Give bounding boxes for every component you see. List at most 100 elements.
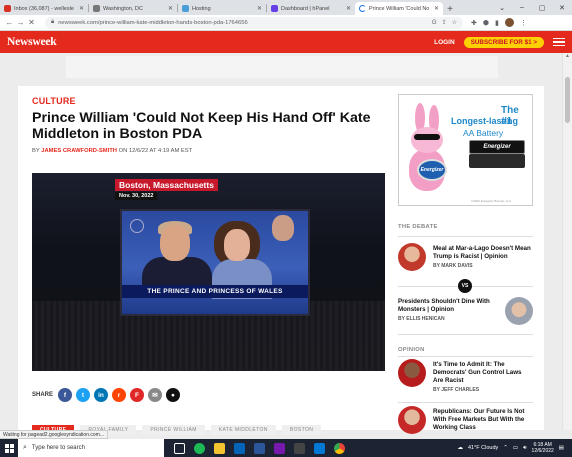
hpanel-icon: [271, 5, 278, 12]
author-link[interactable]: JAMES CRAWFORD-SMITH: [41, 148, 117, 154]
app-icon[interactable]: [294, 442, 305, 454]
search-placeholder: Type here to search: [31, 445, 85, 451]
chevron-down-icon[interactable]: ⌄: [492, 4, 512, 12]
stop-button[interactable]: ✕: [26, 18, 37, 27]
close-icon[interactable]: ✕: [79, 5, 84, 12]
share-icon[interactable]: ⇪: [442, 19, 447, 26]
scrollbar-thumb[interactable]: [565, 77, 570, 123]
outlook-icon[interactable]: [234, 442, 245, 454]
close-window-button[interactable]: ✕: [552, 4, 572, 12]
onenote-icon[interactable]: [274, 442, 285, 454]
energizer-ad[interactable]: Energizer The #1 Longest-lasting AA Batt…: [398, 94, 533, 206]
scroll-up-arrow[interactable]: ▲: [563, 53, 572, 61]
maximize-button[interactable]: ▢: [532, 4, 552, 12]
sidebar-icon[interactable]: ▮: [495, 19, 499, 27]
close-icon[interactable]: ✕: [257, 5, 262, 12]
browser-tab[interactable]: Dashboard | hPanel ✕: [267, 2, 355, 15]
network-icon[interactable]: ▭: [513, 445, 518, 451]
story-title[interactable]: Republicans: Our Future Is Not With Free…: [433, 408, 533, 432]
story-title[interactable]: Meal at Mar-a-Lago Doesn't Mean Trump is…: [433, 245, 533, 261]
login-link[interactable]: LOGIN: [434, 39, 455, 46]
opinion-story[interactable]: Republicans: Our Future Is Not With Free…: [433, 408, 533, 432]
close-icon[interactable]: ✕: [434, 5, 439, 12]
gmail-icon: [4, 5, 11, 12]
flipboard-icon[interactable]: F: [130, 388, 145, 402]
hamburger-menu-icon[interactable]: [553, 37, 565, 47]
weather-icon[interactable]: ☁: [457, 445, 463, 451]
linkedin-icon[interactable]: in: [94, 388, 109, 402]
facebook-icon[interactable]: f: [58, 388, 73, 402]
puzzle-icon[interactable]: ⬢: [483, 19, 489, 27]
divider: [398, 236, 533, 237]
top-ad-slot: [66, 56, 498, 78]
story-author: BY ELLIS HENICAN: [398, 316, 445, 322]
section-label[interactable]: CULTURE: [32, 96, 384, 106]
browser-tab-active[interactable]: Prince William 'Could No ✕: [355, 2, 443, 15]
forward-button[interactable]: →: [15, 18, 26, 27]
profile-avatar[interactable]: [504, 18, 514, 27]
tag-prince-william[interactable]: PRINCE WILLIAM: [142, 425, 205, 435]
word-icon[interactable]: [254, 442, 265, 454]
author-avatar[interactable]: [398, 359, 426, 387]
debate-story[interactable]: Meal at Mar-a-Lago Doesn't Mean Trump is…: [433, 245, 533, 269]
team-logo-icon: [130, 219, 144, 233]
lock-icon[interactable]: 🔒︎: [51, 19, 54, 26]
tray-chevron-icon[interactable]: ⌃: [503, 445, 508, 451]
taskbar-search[interactable]: ⌕ Type here to search: [18, 439, 164, 457]
browser-tab[interactable]: Inbox (36,087) - wellesle ✕: [0, 2, 88, 15]
person-face: [224, 229, 250, 261]
story-author: BY JEFF CHARLES: [433, 387, 480, 393]
story-title[interactable]: Presidents Shouldn't Dine With Monsters …: [398, 298, 502, 314]
browser-tab-strip: Inbox (36,087) - wellesle ✕ Washington, …: [0, 0, 572, 15]
page-scrollbar[interactable]: ▲: [562, 53, 572, 430]
app-icon[interactable]: [314, 442, 325, 454]
volume-icon[interactable]: 🔊︎: [523, 445, 526, 452]
byline: BY JAMES CRAWFORD-SMITH ON 12/6/22 AT 4:…: [32, 148, 384, 154]
author-avatar[interactable]: [398, 243, 426, 271]
twitter-icon[interactable]: t: [76, 388, 91, 402]
reddit-icon[interactable]: r: [112, 388, 127, 402]
bookmark-star-icon[interactable]: ☆: [452, 19, 457, 26]
opinion-story[interactable]: It's Time to Admit It: The Democrats' Gu…: [433, 361, 533, 393]
minimize-button[interactable]: –: [512, 4, 532, 11]
newsweek-logo[interactable]: Newsweek: [7, 36, 57, 48]
author-avatar[interactable]: [505, 297, 533, 325]
new-tab-button[interactable]: +: [443, 4, 457, 15]
ad-headline-2: Longest-lasting: [451, 116, 518, 126]
notification-icon[interactable]: ▤: [559, 445, 564, 451]
windows-start-icon[interactable]: [0, 439, 18, 457]
address-bar-row: ← → ✕ 🔒︎ newsweek.com/prince-william-kat…: [0, 15, 572, 31]
file-explorer-icon[interactable]: [214, 442, 225, 454]
menu-dots-icon[interactable]: ⋮: [520, 19, 527, 27]
subscribe-button[interactable]: SUBSCRIBE FOR $1 >: [463, 36, 544, 48]
versus-badge: VS: [458, 279, 472, 293]
windows-taskbar: ⌕ Type here to search ☁ 41°F Cloudy ⌃ ▭ …: [0, 439, 572, 457]
google-icon[interactable]: G: [432, 20, 437, 26]
close-icon[interactable]: ✕: [168, 5, 173, 12]
story-title[interactable]: It's Time to Admit It: The Democrats' Gu…: [433, 361, 533, 385]
browser-tab[interactable]: Hosting ✕: [178, 2, 266, 15]
task-view-icon[interactable]: [174, 442, 185, 454]
debate-story[interactable]: Presidents Shouldn't Dine With Monsters …: [398, 298, 502, 322]
weather-text[interactable]: 41°F Cloudy: [468, 445, 498, 451]
tag-boston[interactable]: BOSTON: [281, 425, 322, 435]
email-icon[interactable]: ✉: [148, 388, 163, 402]
byline-prefix: BY: [32, 148, 40, 154]
tag-kate-middleton[interactable]: KATE MIDDLETON: [210, 425, 276, 435]
extensions-area: ✚ ⬢ ▮ ⋮: [471, 18, 527, 27]
close-icon[interactable]: ✕: [346, 5, 351, 12]
ad-headline-3: AA Battery: [463, 128, 504, 138]
extension-icon[interactable]: ✚: [471, 19, 477, 27]
loading-icon: [359, 5, 366, 12]
comment-icon[interactable]: ●: [166, 388, 181, 402]
chrome-icon[interactable]: [334, 442, 345, 454]
video-player[interactable]: THE PRINCE AND PRINCESS OF WALES Boston,…: [32, 173, 385, 371]
video-location-label: Boston, Massachusetts: [115, 179, 218, 191]
back-button[interactable]: ←: [4, 18, 15, 27]
taskbar-clock[interactable]: 6:18 AM 12/6/2022: [532, 442, 554, 454]
url-field[interactable]: 🔒︎ newsweek.com/prince-william-kate-midd…: [45, 16, 463, 29]
author-avatar[interactable]: [398, 406, 426, 434]
debate-heading: THE DEBATE: [398, 224, 438, 230]
browser-tab[interactable]: Washington, DC ✕: [89, 2, 177, 15]
spotify-icon[interactable]: [194, 442, 205, 454]
